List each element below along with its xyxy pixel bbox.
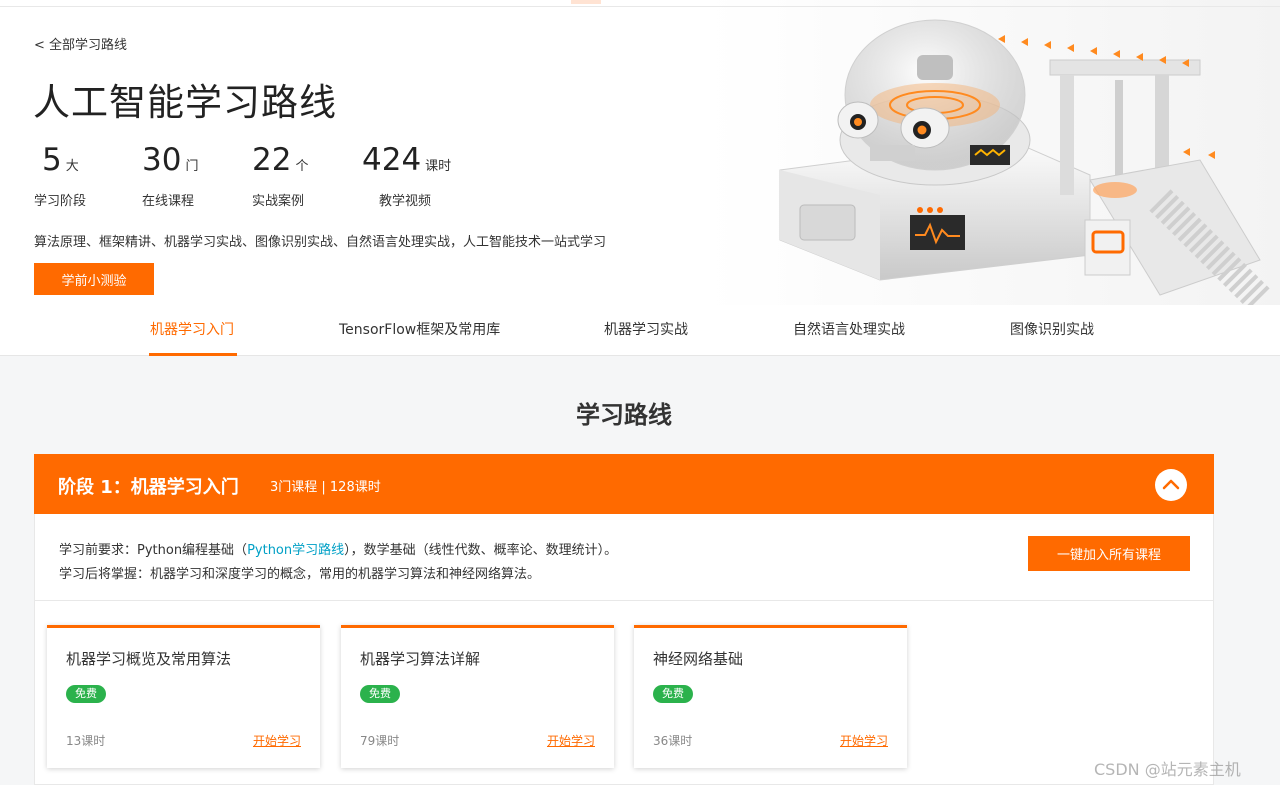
course-hours: 36课时: [653, 734, 693, 748]
stat-stages: 5大 学习阶段: [34, 142, 86, 209]
tab-tensorflow[interactable]: TensorFlow框架及常用库: [339, 305, 500, 356]
prereq-suffix: ），数学基础（线性代数、概率论、数理统计）。: [344, 543, 618, 558]
course-card[interactable]: 机器学习算法详解 免费 79课时 开始学习: [341, 625, 614, 768]
stat-label: 学习阶段: [34, 194, 87, 209]
course-title: 神经网络基础: [653, 650, 744, 668]
learning-outcome: 学习后将掌握：机器学习和深度学习的概念，常用的机器学习算法和神经网络算法。: [59, 567, 541, 582]
stat-cases: 22 个 实战案例: [252, 142, 309, 209]
top-divider: [0, 6, 1280, 7]
stat-unit: 大: [65, 159, 79, 174]
start-learning-link[interactable]: 开始学习: [840, 732, 888, 749]
hero-description: 算法原理、框架精讲、机器学习实战、图像识别实战、自然语言处理实战，人工智能技术一…: [34, 235, 607, 250]
prereq-prefix: 学习前要求：Python编程基础（: [59, 543, 248, 558]
course-card[interactable]: 神经网络基础 免费 36课时 开始学习: [634, 625, 907, 768]
stage-body: 学习前要求：Python编程基础（Python学习路线），数学基础（线性代数、概…: [34, 514, 1214, 785]
stat-courses: 30 门 在线课程: [142, 142, 199, 209]
stage-name: 阶段 1：机器学习入门: [58, 477, 239, 498]
start-learning-link[interactable]: 开始学习: [253, 732, 301, 749]
back-to-all-paths-link[interactable]: < 全部学习路线: [34, 34, 127, 53]
stat-number: 5: [42, 142, 62, 178]
free-badge: 免费: [66, 685, 106, 703]
stat-videos: 424 课时 教学视频: [362, 142, 452, 209]
tab-nlp-practice[interactable]: 自然语言处理实战: [793, 305, 905, 356]
course-title: 机器学习算法详解: [360, 650, 481, 668]
course-hours: 13课时: [66, 734, 106, 748]
course-hours: 79课时: [360, 734, 400, 748]
top-indicator: [571, 0, 601, 4]
tab-ml-practice[interactable]: 机器学习实战: [604, 305, 688, 356]
stat-number: 30: [142, 142, 182, 178]
stat-unit: 个: [295, 159, 309, 174]
stat-label: 在线课程: [142, 194, 195, 209]
stage-tabs: 机器学习入门 TensorFlow框架及常用库 机器学习实战 自然语言处理实战 …: [0, 305, 1280, 356]
watermark: CSDN @站元素主机: [1094, 760, 1241, 779]
stat-label: 教学视频: [379, 194, 432, 209]
free-badge: 免费: [360, 685, 400, 703]
page-title: 人工智能学习路线: [33, 81, 337, 124]
collapse-button[interactable]: [1155, 469, 1187, 501]
stat-unit: 门: [185, 159, 199, 174]
course-title: 机器学习概览及常用算法: [66, 650, 232, 668]
start-learning-link[interactable]: 开始学习: [547, 732, 595, 749]
stat-number: 22: [252, 142, 292, 178]
tab-ml-intro[interactable]: 机器学习入门: [149, 305, 237, 356]
stat-number: 424: [362, 142, 422, 178]
pre-quiz-button[interactable]: 学前小测验: [34, 263, 154, 295]
stat-label: 实战案例: [252, 194, 305, 209]
course-card[interactable]: 机器学习概览及常用算法 免费 13课时 开始学习: [47, 625, 320, 768]
hero-banner: < 全部学习路线 人工智能学习路线 5大 学习阶段 30 门 在线课程 22 个 实…: [0, 0, 1280, 305]
stat-unit: 课时: [425, 159, 452, 174]
divider: [35, 600, 1213, 601]
tab-image-recognition[interactable]: 图像识别实战: [1010, 305, 1094, 356]
stage-meta: 3门课程 | 128课时: [270, 480, 381, 495]
stage-header[interactable]: 阶段 1：机器学习入门 3门课程 | 128课时: [34, 454, 1214, 514]
chevron-up-icon: [1162, 479, 1180, 490]
free-badge: 免费: [653, 685, 693, 703]
section-title: 学习路线: [576, 401, 672, 429]
robot-illustration: [779, 19, 1271, 305]
prerequisites: 学习前要求：Python编程基础（Python学习路线），数学基础（线性代数、概…: [59, 539, 617, 558]
python-path-link[interactable]: Python学习路线: [247, 543, 344, 558]
join-all-courses-button[interactable]: 一键加入所有课程: [1028, 536, 1190, 571]
